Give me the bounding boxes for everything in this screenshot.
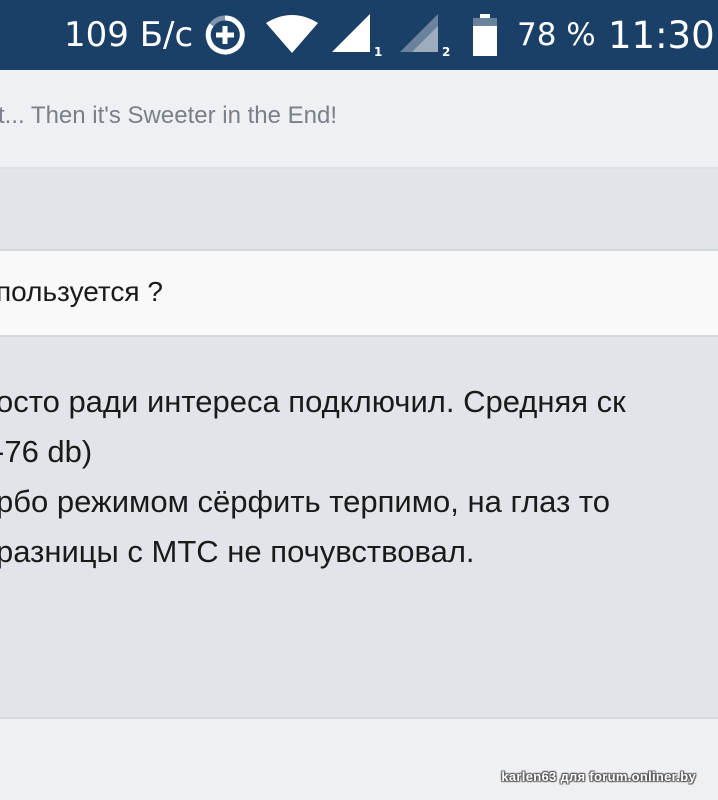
sim2-index: 2 bbox=[442, 45, 450, 58]
wifi-icon bbox=[264, 0, 320, 70]
watermark: karlen63 для forum.onliner.by bbox=[501, 769, 696, 784]
post-line: осто ради интереса подключил. Средняя ск bbox=[0, 384, 626, 419]
post-line: рбо режимом сёрфить терпимо, на глаз то bbox=[0, 484, 610, 519]
post-body: осто ради интереса подключил. Средняя ск… bbox=[0, 337, 718, 719]
signal-sim1-icon: 1 bbox=[330, 0, 388, 70]
sim1-index: 1 bbox=[374, 45, 382, 58]
battery-percent: 78 % bbox=[517, 17, 596, 53]
post-header bbox=[0, 169, 718, 251]
post-line: разницы с МТС не почувствовал. bbox=[0, 534, 475, 569]
post-line: -76 db) bbox=[0, 434, 93, 469]
quote-text: пользуется ? bbox=[0, 276, 163, 307]
data-saver-icon bbox=[205, 0, 245, 70]
signal-sim2-icon: 2 bbox=[398, 0, 456, 70]
clock: 11:30 bbox=[608, 13, 715, 57]
quote-row[interactable]: пользуется ? bbox=[0, 251, 718, 337]
topic-subtitle-bar: t... Then it's Sweeter in the End! bbox=[0, 70, 718, 169]
post-footer: karlen63 для forum.onliner.by bbox=[0, 719, 718, 800]
network-speed: 109 Б/с bbox=[64, 15, 194, 55]
status-bar: 109 Б/с 1 2 78 % 11:30 bbox=[0, 0, 718, 70]
topic-subtitle: t... Then it's Sweeter in the End! bbox=[0, 102, 337, 129]
battery-icon bbox=[473, 0, 497, 70]
